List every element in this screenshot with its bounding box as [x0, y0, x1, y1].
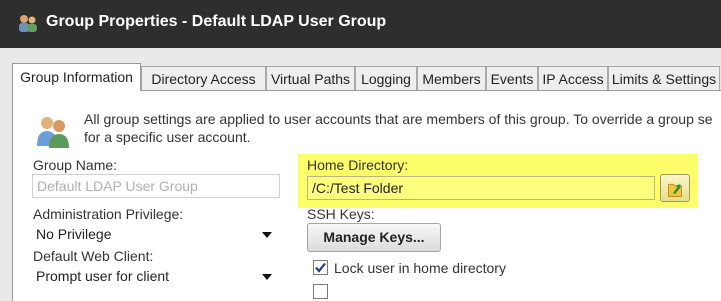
- tab-logging[interactable]: Logging: [355, 66, 417, 90]
- info-line-1: All group settings are applied to user a…: [84, 111, 713, 127]
- next-option-checkbox[interactable]: [313, 284, 328, 299]
- group-name-field: Default LDAP User Group: [32, 174, 280, 198]
- lock-home-label: Lock user in home directory: [334, 260, 506, 276]
- admin-privilege-value: No Privilege: [36, 226, 112, 242]
- ssh-keys-label: SSH Keys:: [307, 206, 375, 222]
- browse-folder-button[interactable]: [660, 174, 690, 202]
- admin-privilege-select[interactable]: No Privilege: [32, 222, 280, 246]
- tab-limits-settings[interactable]: Limits & Settings: [608, 66, 720, 90]
- web-client-select[interactable]: Prompt user for client: [32, 264, 280, 288]
- user-group-icon: [37, 117, 69, 148]
- web-client-label: Default Web Client:: [33, 248, 154, 264]
- group-name-label: Group Name:: [33, 157, 118, 173]
- folder-up-icon: [668, 183, 682, 197]
- tab-ip-access[interactable]: IP Access: [538, 66, 608, 90]
- tab-directory-access[interactable]: Directory Access: [141, 66, 266, 90]
- tab-members[interactable]: Members: [417, 66, 486, 90]
- chevron-down-icon: [262, 232, 272, 238]
- tab-group-information[interactable]: Group Information: [12, 63, 141, 91]
- tab-events[interactable]: Events: [486, 66, 538, 90]
- home-directory-label: Home Directory:: [307, 157, 409, 173]
- chevron-down-icon: [262, 274, 272, 280]
- info-line-2: for a specific user account.: [84, 129, 251, 145]
- tab-virtual-paths[interactable]: Virtual Paths: [266, 66, 355, 90]
- web-client-value: Prompt user for client: [36, 268, 170, 284]
- group-users-icon: [19, 15, 37, 32]
- title-bar: Group Properties - Default LDAP User Gro…: [0, 0, 721, 48]
- checkmark-icon: [315, 262, 326, 273]
- info-text: All group settings are applied to user a…: [84, 110, 721, 146]
- home-directory-field[interactable]: /C:/Test Folder: [307, 176, 655, 200]
- admin-privilege-label: Administration Privilege:: [33, 206, 184, 222]
- manage-keys-button[interactable]: Manage Keys...: [307, 223, 441, 252]
- window-title: Group Properties - Default LDAP User Gro…: [46, 13, 387, 30]
- lock-home-checkbox[interactable]: [313, 260, 328, 275]
